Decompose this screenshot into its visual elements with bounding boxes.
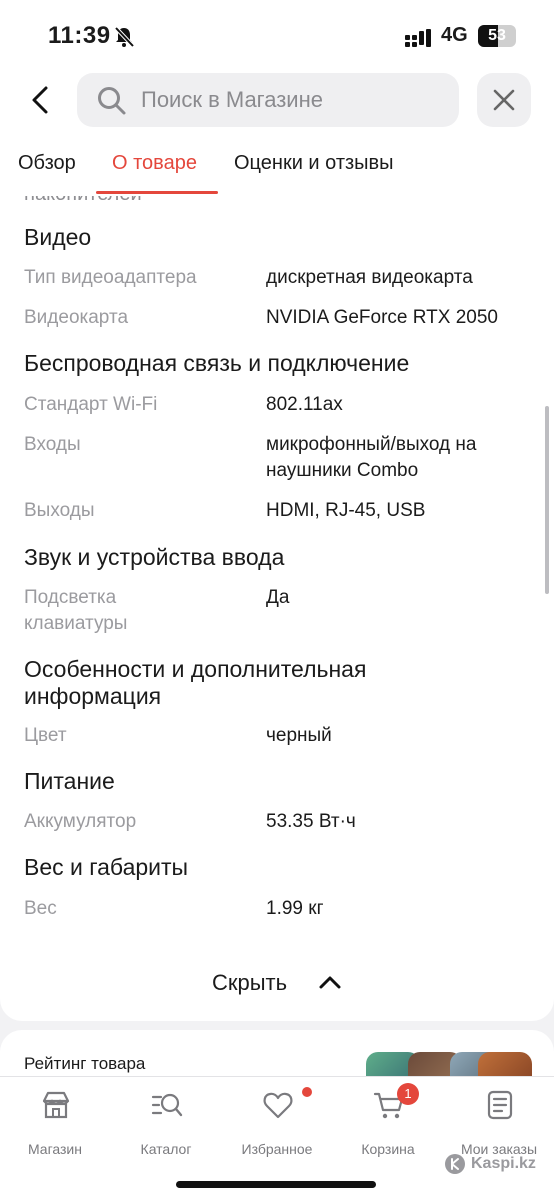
specs-card: накопителей Видео Тип видеоадаптера диск… xyxy=(0,196,554,1021)
nav-label: Избранное xyxy=(241,1141,313,1157)
spec-value: NVIDIA GeForce RTX 2050 xyxy=(266,307,498,328)
nav-label: Корзина xyxy=(361,1141,415,1157)
nav-catalog[interactable]: Каталог xyxy=(111,1089,221,1169)
network-type: 4G xyxy=(441,24,468,46)
section-title-wireless: Беспроводная связь и подключение xyxy=(24,350,410,376)
hide-specs-button[interactable]: Скрыть xyxy=(190,960,360,1004)
tab-reviews[interactable]: Оценки и отзывы xyxy=(234,152,394,175)
signal-icon xyxy=(405,29,431,47)
spec-label: Входы xyxy=(24,434,81,455)
back-button[interactable] xyxy=(26,82,58,118)
bell-off-icon xyxy=(114,26,135,48)
nav-store[interactable]: Магазин xyxy=(0,1089,110,1169)
kaspi-brand: Kaspi.kz xyxy=(444,1153,544,1177)
spec-value: черный xyxy=(266,725,332,746)
spec-label: Стандарт Wi-Fi xyxy=(24,394,158,415)
section-title-weight: Вес и габариты xyxy=(24,854,189,880)
cut-off-text: накопителей xyxy=(24,196,142,206)
active-tab-indicator xyxy=(96,191,218,194)
search-box[interactable] xyxy=(77,73,459,127)
search-icon xyxy=(98,87,126,115)
kaspi-logo-icon xyxy=(445,1154,465,1174)
search-header xyxy=(0,70,554,132)
notification-dot xyxy=(302,1087,312,1097)
section-title-video: Видео xyxy=(24,224,92,250)
spec-label: Цвет xyxy=(24,725,67,746)
cart-count-badge: 1 xyxy=(397,1083,419,1105)
spec-value: 1.99 кг xyxy=(266,898,324,919)
rating-title: Рейтинг товара xyxy=(24,1054,146,1073)
spec-label: Вес xyxy=(24,898,57,919)
chevron-up-icon xyxy=(319,976,341,989)
close-icon xyxy=(493,89,515,111)
spec-label: Аккумулятор xyxy=(24,811,137,832)
spec-value: микрофонный/выход на наушники Combo xyxy=(266,434,477,481)
spec-value: 53.35 Вт·ч xyxy=(266,811,356,832)
home-indicator[interactable] xyxy=(176,1181,376,1188)
scrollbar[interactable] xyxy=(545,406,549,594)
brand-text: Kaspi.kz xyxy=(471,1155,536,1172)
battery-level: 53 xyxy=(488,27,506,44)
section-title-sound: Звук и устройства ввода xyxy=(24,544,285,570)
spec-value: дискретная видеокарта xyxy=(266,267,473,288)
nav-cart[interactable]: 1 Корзина xyxy=(333,1083,443,1169)
spec-label: Подсветка клавиатуры xyxy=(24,587,128,634)
battery-icon: 53 xyxy=(478,25,516,47)
status-bar: 11:39 4G 53 xyxy=(0,0,554,70)
section-title-features: Особенности и дополнительная информация xyxy=(24,656,367,709)
close-button[interactable] xyxy=(477,73,531,127)
spec-value: HDMI, RJ-45, USB xyxy=(266,500,426,521)
spec-label: Тип видеоадаптера xyxy=(24,267,197,288)
catalog-search-icon xyxy=(151,1093,183,1117)
section-title-power: Питание xyxy=(24,768,115,794)
nav-label: Магазин xyxy=(27,1141,82,1157)
spec-label: Выходы xyxy=(24,500,95,521)
hide-label: Скрыть xyxy=(212,970,288,995)
spec-label: Видеокарта xyxy=(24,307,129,328)
status-time: 11:39 xyxy=(48,22,111,49)
tab-overview[interactable]: Обзор xyxy=(18,152,76,175)
spec-value: 802.11ax xyxy=(266,394,343,415)
tab-bar: Обзор О товаре Оценки и отзывы xyxy=(0,132,554,196)
tab-about-product[interactable]: О товаре xyxy=(112,152,197,175)
orders-icon xyxy=(487,1090,513,1120)
search-input[interactable] xyxy=(141,73,441,127)
spec-value: Да xyxy=(266,587,290,608)
nav-label: Каталог xyxy=(140,1141,192,1157)
store-icon xyxy=(42,1091,70,1119)
nav-favorites[interactable]: Избранное xyxy=(222,1087,332,1169)
heart-icon xyxy=(263,1092,293,1119)
